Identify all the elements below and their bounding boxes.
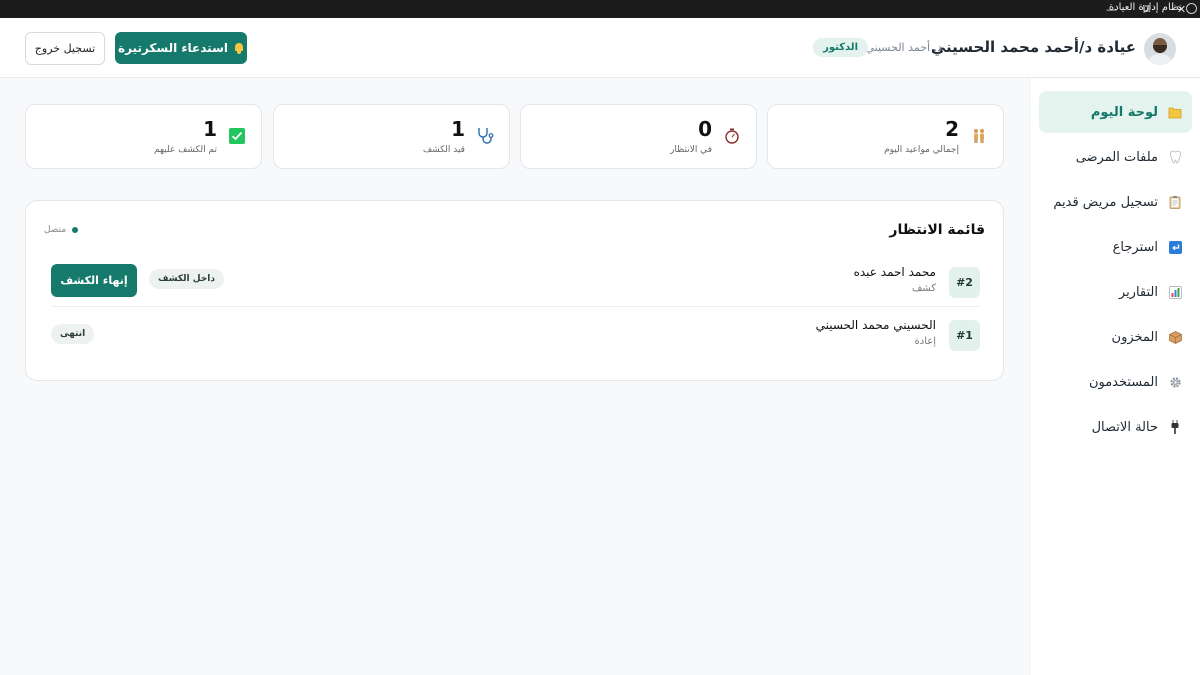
connection-label: متصل: [44, 225, 67, 235]
sidebar-item-inventory[interactable]: المخزون: [1039, 316, 1192, 358]
stat-label: قيد الكشف: [422, 145, 465, 155]
sidebar-item-restore[interactable]: استرجاع: [1039, 226, 1192, 268]
sidebar-item-label: التقارير: [1118, 284, 1158, 300]
stat-card-total-appointments: 2 إجمالي مواعيد اليوم: [767, 104, 1004, 169]
stethoscope-icon: [475, 126, 495, 146]
queue-row[interactable]: #2 محمد احمد عبده كشف داخل الكشف إنهاء ا…: [51, 259, 980, 307]
sidebar-item-label: حالة الاتصال: [1091, 419, 1158, 435]
visit-type: إعادة: [914, 336, 936, 347]
visit-type: كشف: [911, 283, 936, 294]
patient-name: محمد احمد عبده: [853, 265, 936, 279]
status-badge: انتهى: [51, 324, 95, 344]
people-icon: [969, 126, 989, 146]
avatar-body-shape: [1147, 54, 1173, 65]
queue-number: #1: [949, 320, 980, 351]
stat-value: 2: [945, 117, 959, 141]
role-badge: الدكتور: [813, 38, 868, 57]
queue-row[interactable]: #1 الحسيني محمد الحسيني إعادة انتهى: [51, 312, 980, 360]
call-secretary-button[interactable]: استدعاء السكرتيرة: [115, 32, 247, 64]
sidebar-item-register-old-patient[interactable]: تسجيل مريض قديم: [1039, 181, 1192, 223]
stat-value: 0: [698, 117, 712, 141]
sidebar-item-label: المستخدمون: [1088, 374, 1158, 390]
waiting-list-title: قائمة الانتظار: [889, 222, 985, 238]
sidebar-item-reports[interactable]: التقارير: [1039, 271, 1192, 313]
stopwatch-icon: [722, 126, 742, 146]
stat-value: 1: [203, 117, 217, 141]
sidebar-item-label: استرجاع: [1112, 239, 1158, 255]
stat-card-examined: 1 تم الكشف عليهم: [25, 104, 262, 169]
app-icon: [1186, 3, 1197, 14]
window-title: نظام إدارة العيادة: [1108, 2, 1182, 13]
connection-indicator: متصل: [44, 225, 79, 235]
sidebar-item-label: المخزون: [1111, 329, 1158, 345]
avatar[interactable]: [1144, 33, 1176, 65]
sidebar-item-users[interactable]: المستخدمون: [1039, 361, 1192, 403]
status-dot-icon: [72, 227, 79, 233]
sidebar-item-label: ملفات المرضى: [1075, 149, 1158, 165]
check-icon: [227, 126, 247, 146]
stat-label: تم الكشف عليهم: [154, 145, 217, 155]
stat-label: في الانتظار: [670, 145, 712, 155]
sidebar: لوحة اليوم ملفات المرضى تسجيل مريض قديم …: [1029, 78, 1200, 675]
sidebar-item-today-dashboard[interactable]: لوحة اليوم: [1039, 91, 1192, 133]
window-titlebar: — ⧉ ✕ نظام إدارة العيادة: [0, 0, 1200, 18]
package-icon: [1168, 330, 1182, 344]
return-icon: [1168, 240, 1182, 254]
queue-number: #2: [949, 267, 980, 298]
tooth-icon: [1168, 150, 1182, 164]
plug-icon: [1168, 420, 1182, 434]
avatar-beard-shape: [1153, 45, 1167, 53]
top-header: عيادة د/أحمد محمد الحسيني د. أحمد الحسين…: [0, 18, 1200, 78]
status-badge: داخل الكشف: [149, 269, 224, 289]
patient-name: الحسيني محمد الحسيني: [815, 318, 936, 332]
sidebar-item-label: لوحة اليوم: [1090, 104, 1158, 120]
finish-examination-button[interactable]: إنهاء الكشف: [51, 264, 137, 297]
sidebar-item-label: تسجيل مريض قديم: [1053, 194, 1158, 210]
call-secretary-label: استدعاء السكرتيرة: [118, 41, 228, 55]
waiting-list-panel: قائمة الانتظار متصل #2 محمد احمد عبده كش…: [25, 200, 1004, 381]
doctor-name: د. أحمد الحسيني: [865, 41, 942, 54]
stat-card-in-examination: 1 قيد الكشف: [273, 104, 510, 169]
stat-label: إجمالي مواعيد اليوم: [884, 145, 959, 155]
sidebar-item-patient-files[interactable]: ملفات المرضى: [1039, 136, 1192, 178]
clipboard-icon: [1168, 195, 1182, 209]
bell-icon: [234, 42, 244, 54]
logout-button[interactable]: تسجيل خروج: [25, 32, 105, 65]
bar-chart-icon: [1168, 285, 1182, 299]
folder-icon: [1168, 105, 1182, 119]
stat-value: 1: [451, 117, 465, 141]
sidebar-item-connection-status[interactable]: حالة الاتصال: [1039, 406, 1192, 448]
clinic-title: عيادة د/أحمد محمد الحسيني: [930, 38, 1136, 56]
gear-icon: [1168, 375, 1182, 389]
stat-card-waiting: 0 في الانتظار: [520, 104, 757, 169]
